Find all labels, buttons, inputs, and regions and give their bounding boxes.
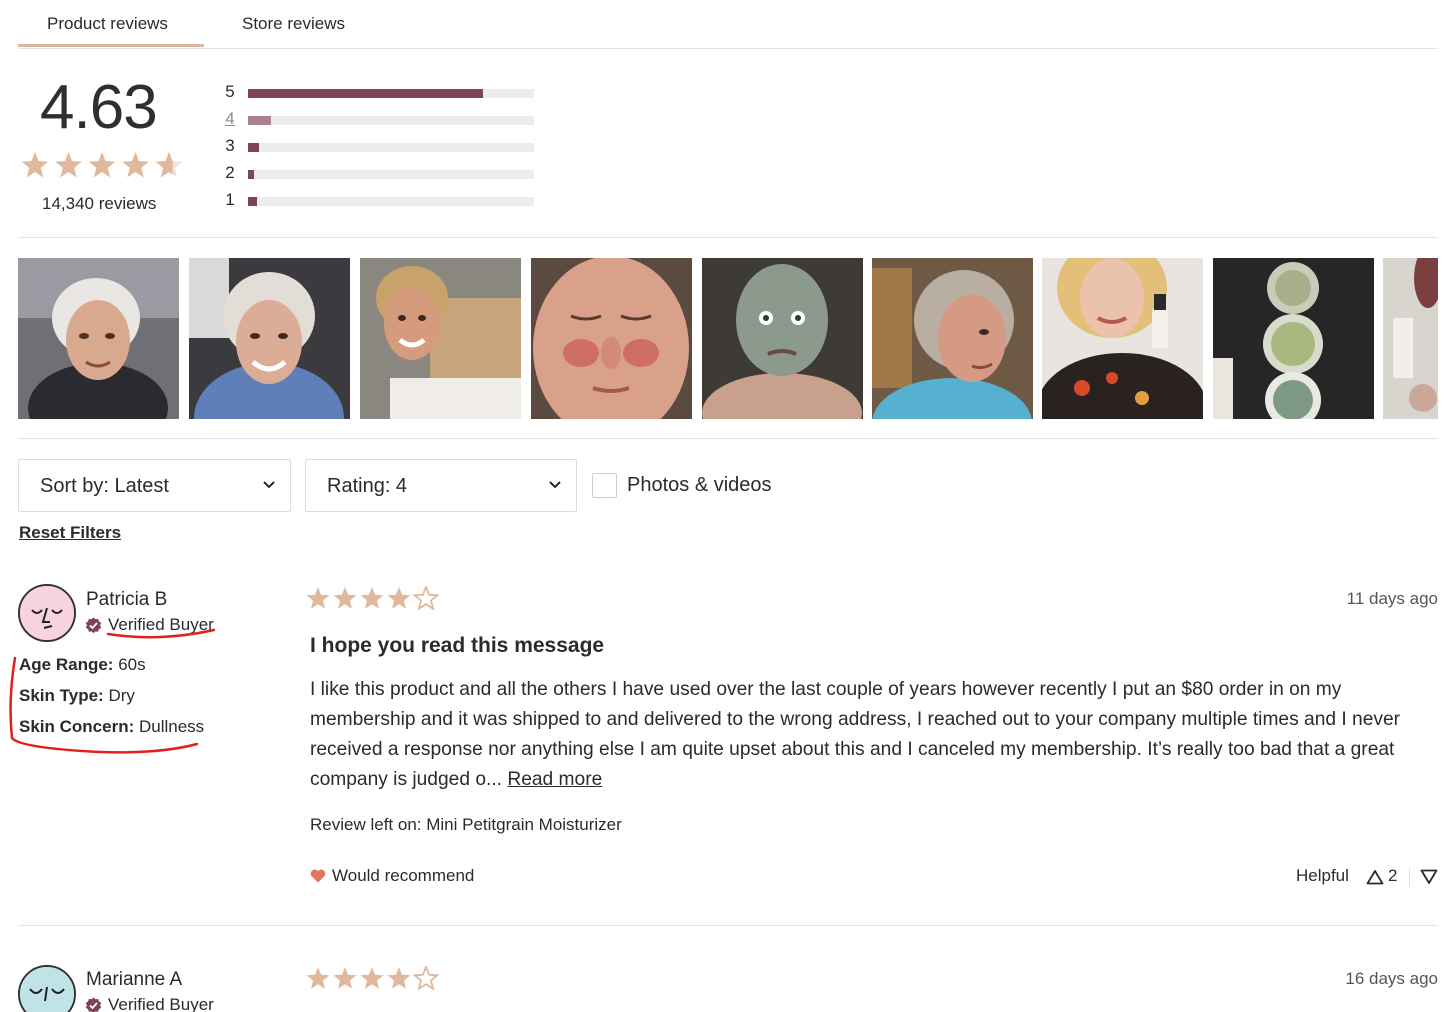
thumbs-up-triangle-icon[interactable] bbox=[1366, 869, 1384, 885]
attribute-value: Dullness bbox=[138, 717, 205, 736]
verified-buyer-label: Verified Buyer bbox=[108, 995, 214, 1012]
review-photo[interactable] bbox=[1042, 258, 1203, 419]
review-photo[interactable] bbox=[1213, 258, 1374, 419]
star-icon-filled bbox=[360, 587, 384, 609]
distribution-track bbox=[248, 116, 534, 125]
chevron-down-icon bbox=[549, 481, 561, 489]
distribution-track bbox=[248, 89, 534, 98]
star-icon-empty bbox=[412, 966, 440, 991]
avatar-face-icon bbox=[20, 586, 74, 640]
distribution-label[interactable]: 4 bbox=[222, 109, 238, 129]
reviewer-attribute-skin-type: Skin Type: Dry bbox=[19, 686, 135, 706]
distribution-track bbox=[248, 143, 534, 152]
distribution-fill bbox=[248, 116, 271, 125]
sort-select[interactable]: Sort by: Latest bbox=[18, 459, 291, 512]
review-body-text: I like this product and all the others I… bbox=[310, 679, 1401, 790]
distribution-label: 5 bbox=[225, 82, 235, 101]
distribution-fill bbox=[248, 89, 483, 98]
divider bbox=[18, 438, 1438, 439]
avatar-face-icon bbox=[20, 967, 74, 1012]
star-icon bbox=[21, 152, 49, 178]
distribution-fill bbox=[248, 170, 254, 179]
star-icon-filled bbox=[333, 967, 357, 989]
review-date: 16 days ago bbox=[1345, 969, 1438, 988]
average-stars bbox=[21, 152, 183, 178]
star-icon-filled bbox=[387, 967, 411, 989]
attribute-key: Skin Concern: bbox=[19, 717, 135, 736]
distribution-track bbox=[248, 197, 534, 206]
star-icon-filled bbox=[306, 967, 330, 989]
chevron-down-icon bbox=[263, 481, 275, 489]
review-photo[interactable] bbox=[360, 258, 521, 419]
distribution-fill bbox=[248, 143, 260, 152]
reviewer-name: Patricia B bbox=[86, 589, 168, 610]
average-rating: 4.63 bbox=[40, 73, 158, 142]
reset-filters-link[interactable]: Reset Filters bbox=[19, 523, 121, 543]
star-icon bbox=[122, 152, 149, 178]
divider bbox=[18, 925, 1438, 926]
star-icon-filled bbox=[387, 587, 411, 609]
reviewed-product: Review left on: Mini Petitgrain Moisturi… bbox=[310, 815, 622, 834]
review-tabs: Product reviews Store reviews bbox=[18, 0, 1438, 49]
rating-filter-value: Rating: 4 bbox=[327, 475, 408, 497]
star-icon bbox=[88, 152, 116, 178]
vote-separator bbox=[1409, 868, 1410, 886]
tab-store-reviews[interactable]: Store reviews bbox=[242, 14, 345, 34]
read-more-link[interactable]: Read more bbox=[507, 769, 602, 790]
active-tab-indicator bbox=[18, 44, 204, 47]
star-icon-filled bbox=[360, 967, 384, 989]
attribute-key: Age Range: bbox=[19, 655, 114, 674]
star-icon-filled bbox=[306, 587, 330, 609]
tab-product-reviews[interactable]: Product reviews bbox=[47, 14, 168, 34]
rating-filter-select[interactable]: Rating: 4 bbox=[305, 459, 577, 512]
review-photo[interactable] bbox=[189, 258, 350, 419]
would-recommend-label: Would recommend bbox=[332, 866, 475, 885]
reviewer-name: Marianne A bbox=[86, 969, 183, 990]
photos-videos-label[interactable]: Photos & videos bbox=[627, 474, 772, 497]
review-count: 14,340 reviews bbox=[42, 194, 157, 213]
divider bbox=[18, 237, 1438, 238]
verified-buyer-label: Verified Buyer bbox=[108, 615, 214, 634]
distribution-label: 2 bbox=[225, 163, 235, 182]
distribution-label: 1 bbox=[225, 190, 235, 209]
star-icon-filled bbox=[333, 587, 357, 609]
thumbs-down-triangle-icon[interactable] bbox=[1420, 869, 1438, 885]
review-stars bbox=[306, 966, 440, 991]
reviewer-attribute-age: Age Range: 60s bbox=[19, 655, 146, 675]
heart-icon bbox=[310, 869, 326, 883]
review-photo[interactable] bbox=[702, 258, 863, 419]
photos-videos-checkbox[interactable] bbox=[592, 473, 617, 498]
attribute-value: Dry bbox=[108, 686, 135, 705]
avatar bbox=[18, 584, 76, 642]
review-photo-strip bbox=[18, 258, 1438, 419]
helpful-label: Helpful bbox=[1296, 866, 1349, 885]
sort-select-value: Sort by: Latest bbox=[40, 475, 169, 497]
distribution-track bbox=[248, 170, 534, 179]
review-photo[interactable] bbox=[1383, 258, 1438, 419]
verified-badge-icon bbox=[85, 997, 102, 1012]
review-date: 11 days ago bbox=[1346, 589, 1438, 608]
review-photo[interactable] bbox=[531, 258, 692, 419]
review-photo[interactable] bbox=[18, 258, 179, 419]
attribute-key: Skin Type: bbox=[19, 686, 104, 705]
avatar bbox=[18, 965, 76, 1012]
distribution-label: 3 bbox=[225, 136, 235, 155]
review-photo[interactable] bbox=[872, 258, 1033, 419]
star-icon-empty bbox=[412, 586, 440, 611]
distribution-fill bbox=[248, 197, 257, 206]
attribute-value: 60s bbox=[118, 655, 146, 674]
review-stars bbox=[306, 586, 440, 611]
reviewer-attribute-skin-concern: Skin Concern: Dullness bbox=[19, 717, 204, 737]
review-title: I hope you read this message bbox=[310, 634, 605, 657]
helpful-up-count: 2 bbox=[1388, 866, 1398, 885]
verified-badge-icon bbox=[85, 617, 102, 634]
review-body: I like this product and all the others I… bbox=[310, 675, 1430, 795]
star-icon bbox=[55, 152, 82, 178]
